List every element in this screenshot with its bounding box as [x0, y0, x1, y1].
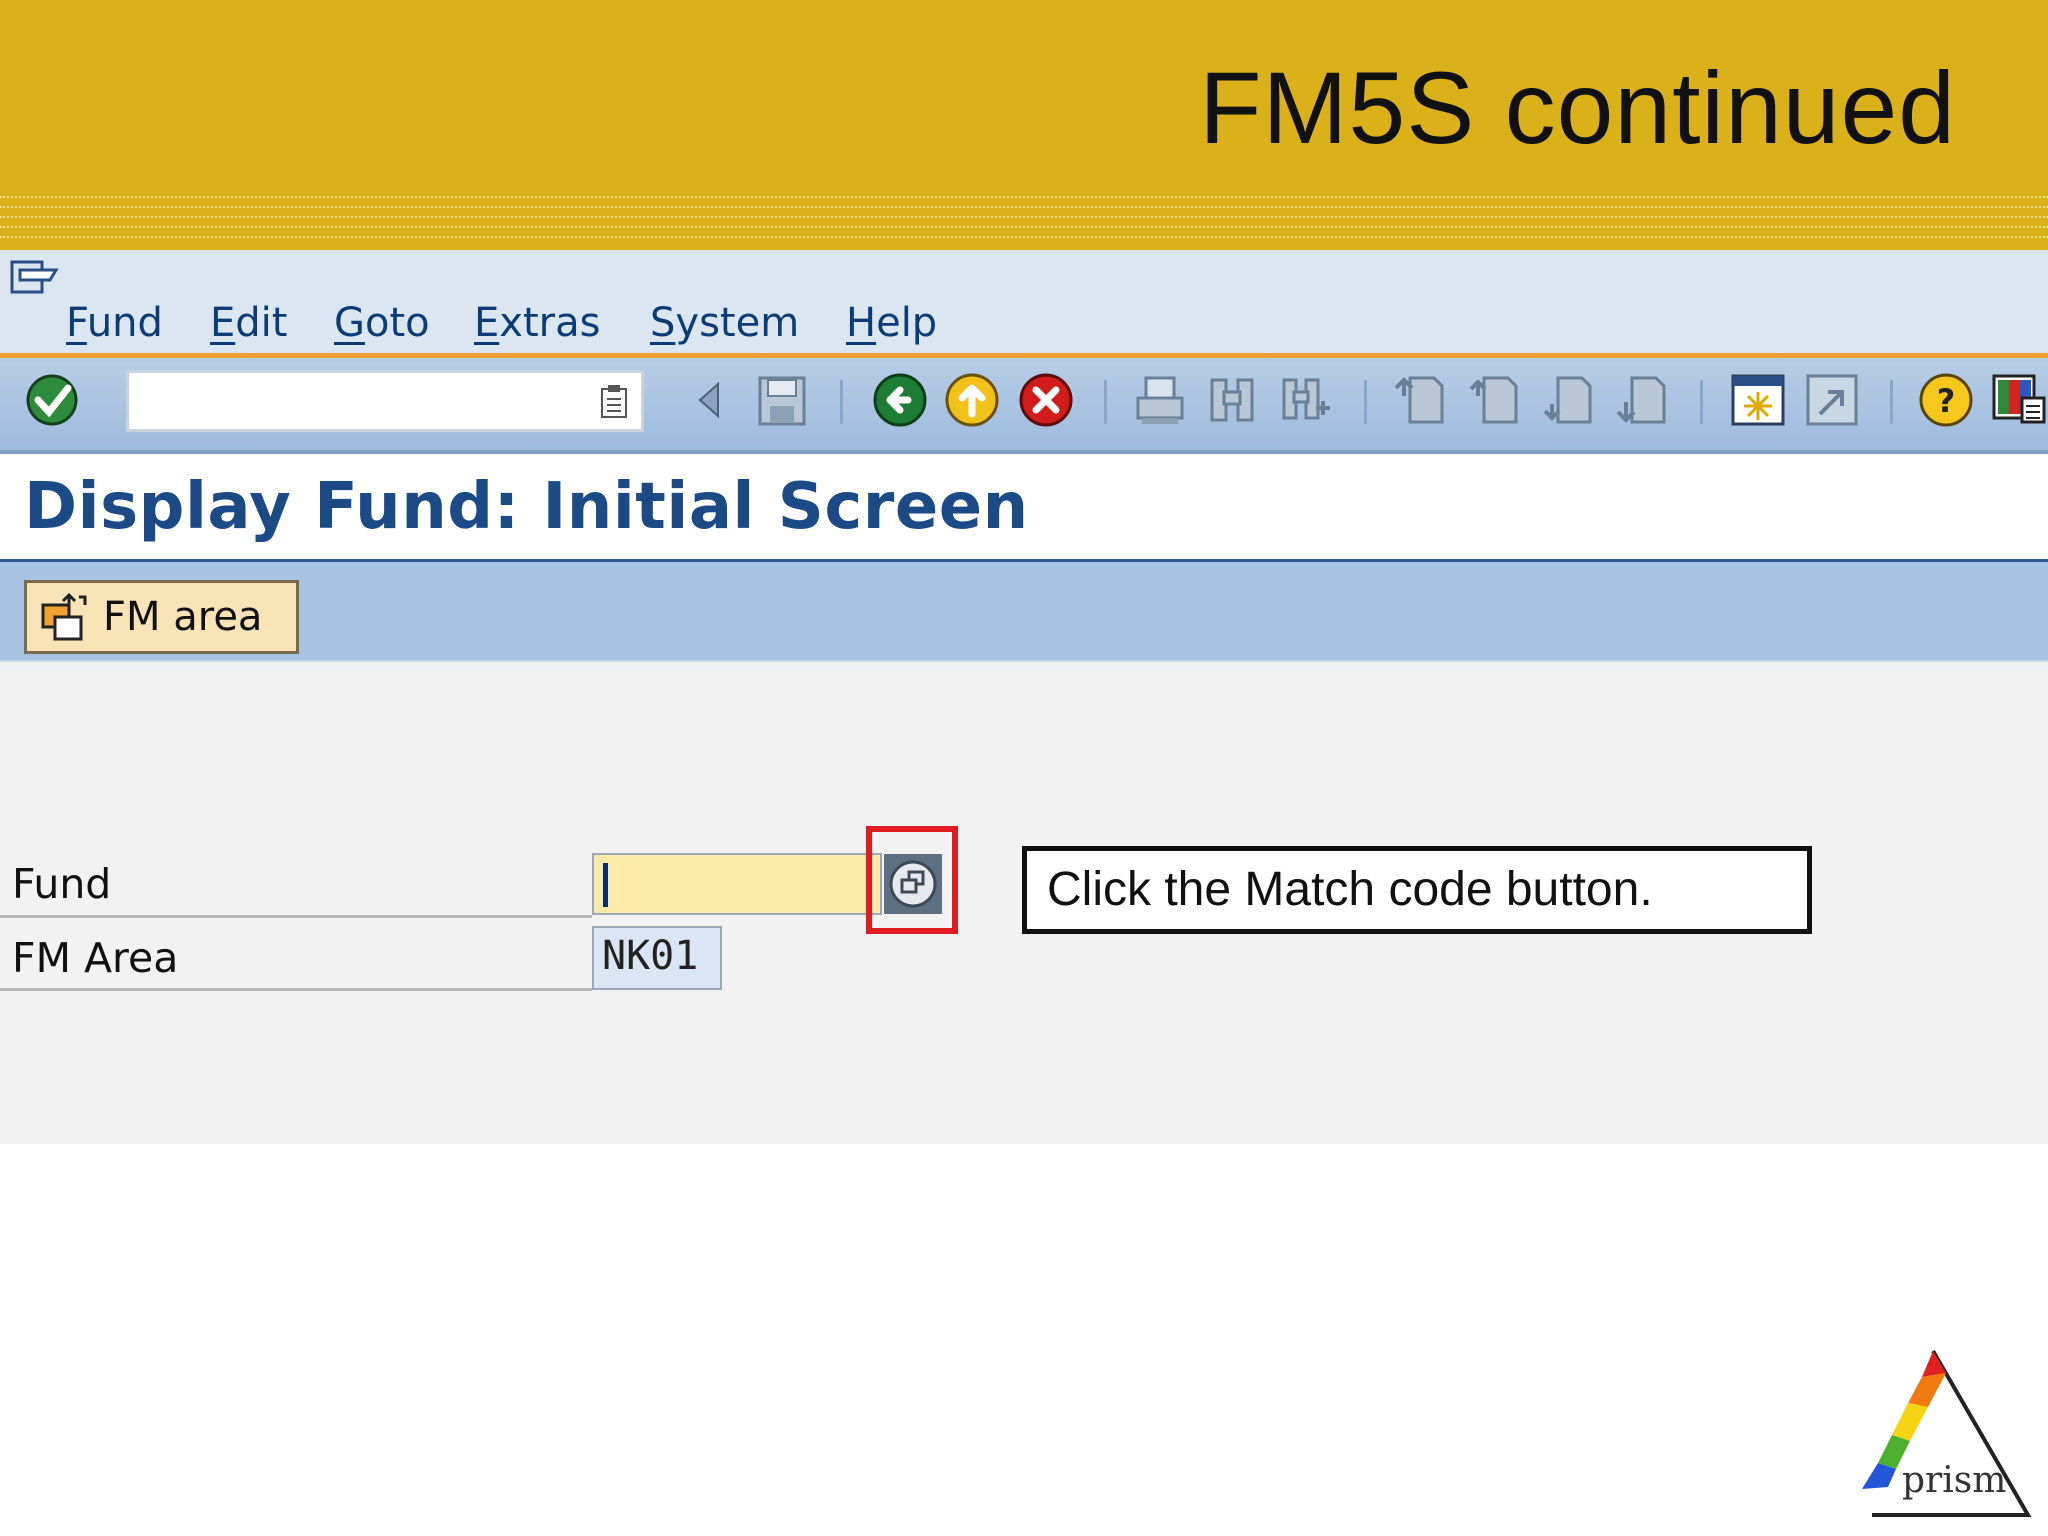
- menu-help-mnemonic: H: [846, 300, 877, 346]
- command-field[interactable]: [126, 370, 644, 432]
- menu-help-label: elp: [876, 300, 938, 346]
- menu-goto-mnemonic: G: [334, 300, 365, 346]
- menu-fund-label: und: [86, 300, 163, 346]
- menu-system-mnemonic: S: [650, 300, 676, 346]
- menu-goto-label: oto: [365, 300, 430, 346]
- help-icon[interactable]: ?: [1918, 370, 1974, 430]
- fm-area-field-label: FM Area: [12, 934, 179, 982]
- back-triangle-icon[interactable]: [688, 370, 728, 430]
- fm-area-button-label: FM area: [103, 594, 263, 640]
- fund-row-line: [0, 915, 592, 918]
- fund-input[interactable]: [592, 853, 882, 915]
- menu-edit[interactable]: Edit: [210, 300, 287, 346]
- slide-title: FM5S continued: [1199, 51, 1956, 165]
- menu-help[interactable]: Help: [846, 300, 937, 346]
- back-icon[interactable]: [872, 370, 928, 430]
- fm-area-row-line: [0, 988, 592, 991]
- fm-area-icon: [41, 592, 87, 641]
- banner-dotted-line: [0, 236, 2048, 238]
- menu-system[interactable]: System: [650, 300, 799, 346]
- fm-area-button[interactable]: FM area: [24, 580, 299, 654]
- find-next-icon[interactable]: [1278, 370, 1334, 430]
- work-area: Fund FM Area NK01 Click the Match code b…: [0, 670, 2048, 1144]
- toolbar-separator: [840, 380, 843, 424]
- last-page-icon[interactable]: [1614, 370, 1670, 430]
- application-toolbar-divider: [0, 660, 2048, 670]
- banner-dotted-line: [0, 216, 2048, 218]
- menu-extras-label: xtras: [499, 300, 601, 346]
- prism-logo-text: prism: [1902, 1460, 2007, 1501]
- menu-bar: Fund Edit Goto Extras System Help: [0, 250, 2048, 353]
- command-history-icon[interactable]: [599, 383, 629, 419]
- previous-page-icon[interactable]: [1466, 370, 1522, 430]
- standard-toolbar: ?: [0, 358, 2048, 454]
- command-input[interactable]: [129, 373, 573, 425]
- menu-fund[interactable]: Fund: [66, 300, 163, 346]
- menu-extras-mnemonic: E: [474, 300, 500, 346]
- system-menu-icon[interactable]: [10, 258, 60, 298]
- next-page-icon[interactable]: [1540, 370, 1596, 430]
- layout-menu-icon[interactable]: [1992, 370, 2048, 430]
- menu-edit-mnemonic: E: [210, 300, 236, 346]
- text-cursor: [603, 863, 608, 907]
- screen-title: Display Fund: Initial Screen: [24, 470, 1029, 544]
- find-icon[interactable]: [1204, 370, 1260, 430]
- toolbar-separator: [1890, 380, 1893, 424]
- save-icon[interactable]: [754, 370, 810, 430]
- menu-goto[interactable]: Goto: [334, 300, 430, 346]
- banner-dotted-line: [0, 226, 2048, 228]
- instruction-callout: Click the Match code button.: [1022, 846, 1812, 934]
- menu-extras[interactable]: Extras: [474, 300, 600, 346]
- exit-icon[interactable]: [944, 370, 1000, 430]
- menu-fund-mnemonic: F: [66, 300, 87, 346]
- enter-check-icon[interactable]: [24, 370, 80, 430]
- cancel-icon[interactable]: [1018, 370, 1074, 430]
- banner-dotted-line: [0, 196, 2048, 198]
- application-toolbar: FM area: [0, 562, 2048, 660]
- screen-title-bar: Display Fund: Initial Screen: [0, 454, 2048, 562]
- svg-text:?: ?: [1937, 382, 1956, 420]
- toolbar-separator: [1364, 380, 1367, 424]
- fm-area-field[interactable]: NK01: [592, 926, 722, 990]
- create-session-icon[interactable]: [1730, 370, 1786, 430]
- toolbar-separator: [1700, 380, 1703, 424]
- first-page-icon[interactable]: [1392, 370, 1448, 430]
- fund-label: Fund: [12, 860, 112, 908]
- menu-edit-label: dit: [235, 300, 288, 346]
- menu-system-label: ystem: [675, 300, 800, 346]
- toolbar-separator: [1104, 380, 1107, 424]
- shortcut-icon[interactable]: [1804, 370, 1860, 430]
- print-icon[interactable]: [1132, 370, 1188, 430]
- match-code-highlight: [866, 826, 958, 934]
- banner-dotted-line: [0, 206, 2048, 208]
